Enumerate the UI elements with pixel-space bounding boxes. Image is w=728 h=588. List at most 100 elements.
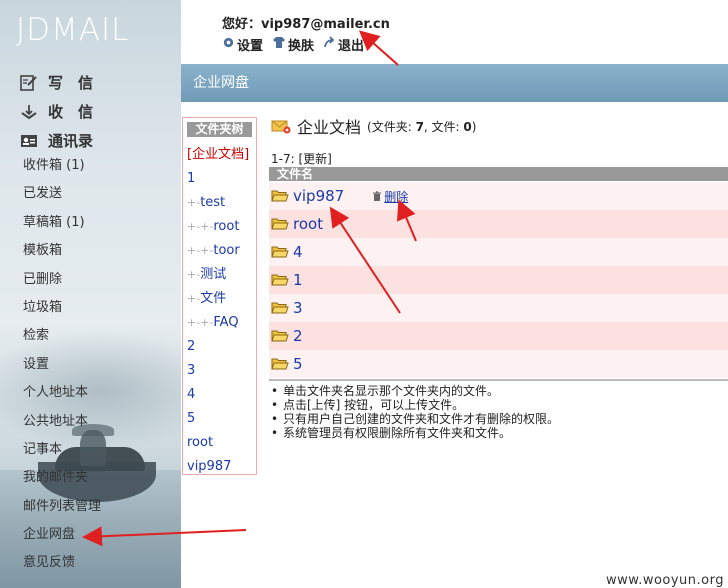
folder-link[interactable]: 5 xyxy=(293,355,303,373)
main-links: 写 信 收 信 通讯录 xyxy=(20,68,93,155)
nav-search[interactable]: 检索 xyxy=(23,322,101,350)
open-folder-icon xyxy=(271,273,289,287)
delete-label: 删除 xyxy=(384,189,409,204)
folder-spam[interactable]: 垃圾箱 xyxy=(23,294,101,322)
nav-personal-addressbook[interactable]: 个人地址本 xyxy=(23,379,101,407)
tree-item-label: root xyxy=(213,219,240,234)
help-note: 只有用户自己创建的文件夹和文件才有删除的权限。 xyxy=(271,412,559,426)
skin-button[interactable]: 换肤 xyxy=(272,35,314,54)
table-row: 2 xyxy=(269,322,728,350)
tree-item[interactable]: root xyxy=(187,431,252,455)
tree-item-label: 测试 xyxy=(200,267,227,282)
folder-link[interactable]: vip987 xyxy=(293,187,344,205)
exit-arrow-icon xyxy=(323,36,336,53)
tree-item[interactable]: 3 xyxy=(187,359,252,383)
table-row: root xyxy=(269,210,728,238)
tree-item-label: FAQ xyxy=(213,315,239,330)
inbox-label: 收 信 xyxy=(48,103,94,121)
tree-branch: +-+- xyxy=(187,316,214,329)
nav-enterprise-disk[interactable]: 企业网盘 xyxy=(23,521,101,549)
inbox-link[interactable]: 收 信 xyxy=(20,97,93,126)
contacts-label: 通讯录 xyxy=(48,132,94,150)
folder-link[interactable]: root xyxy=(293,215,323,233)
help-note: 点击[上传] 按钮，可以上传文件。 xyxy=(271,398,559,412)
tree-item[interactable]: +-测试 xyxy=(187,263,252,287)
folder-templates[interactable]: 模板箱 xyxy=(23,237,101,265)
nav-my-folders[interactable]: 我的邮件夹 xyxy=(23,464,101,492)
envelope-icon xyxy=(271,118,291,134)
tree-item[interactable]: 4 xyxy=(187,383,252,407)
watermark: www.wooyun.org xyxy=(605,573,724,588)
skin-label: 换肤 xyxy=(288,39,315,54)
tree-item[interactable]: vip987 xyxy=(187,455,252,479)
folder-sent[interactable]: 已发送 xyxy=(23,180,101,208)
tree-branch: +-+- xyxy=(187,220,214,233)
contacts-link[interactable]: 通讯录 xyxy=(20,126,93,155)
nav-settings[interactable]: 设置 xyxy=(23,351,101,379)
table-row: 3 xyxy=(269,294,728,322)
nav-notes[interactable]: 记事本 xyxy=(23,436,101,464)
open-folder-icon xyxy=(271,329,289,343)
content-meta: (文件夹: 7, 文件: 0) xyxy=(367,118,476,135)
help-note: 单击文件夹名显示那个文件夹内的文件。 xyxy=(271,384,559,398)
tree-item[interactable]: +-test xyxy=(187,191,252,215)
folder-link[interactable]: 1 xyxy=(293,271,303,289)
open-folder-icon xyxy=(271,357,289,371)
shirt-icon xyxy=(272,36,286,53)
tree-item[interactable]: 1 xyxy=(187,167,252,191)
trash-icon xyxy=(372,190,382,202)
table-row: 5 xyxy=(269,350,728,378)
open-folder-icon xyxy=(271,217,289,231)
tree-item[interactable]: 5 xyxy=(187,407,252,431)
folder-count: 7 xyxy=(415,119,424,134)
arrow-to-username xyxy=(359,30,399,66)
tree-item-label: 2 xyxy=(187,339,196,354)
tree-item[interactable]: 2 xyxy=(187,335,252,359)
table-row: vip987 删除 xyxy=(269,182,728,210)
gear-icon xyxy=(222,36,235,53)
folder-link[interactable]: 4 xyxy=(293,243,303,261)
folder-list: 收件箱 (1) 已发送 草稿箱 (1) 模板箱 已删除 垃圾箱 检索 设置 个人… xyxy=(23,152,101,578)
tree-item-label: 4 xyxy=(187,387,196,402)
listing-range[interactable]: 1-7: [更新] xyxy=(271,150,332,167)
rows-divider xyxy=(269,379,728,381)
compose-label: 写 信 xyxy=(48,74,94,92)
tree-item[interactable]: +-+-toor xyxy=(187,239,252,263)
tree-item-label: 5 xyxy=(187,411,196,426)
folder-inbox[interactable]: 收件箱 (1) xyxy=(23,152,101,180)
tree-branch: +- xyxy=(187,292,201,305)
compose-icon xyxy=(20,74,38,92)
open-folder-icon xyxy=(271,301,289,315)
delete-button[interactable]: 删除 xyxy=(372,188,408,205)
nav-feedback[interactable]: 意见反馈 xyxy=(23,549,101,577)
help-note: 系统管理员有权限删除所有文件夹和文件。 xyxy=(271,426,559,440)
tree-item[interactable]: +-+-FAQ xyxy=(187,311,252,335)
header-toolbar: 设置 换肤 退出 xyxy=(222,35,364,54)
nav-public-addressbook[interactable]: 公共地址本 xyxy=(23,408,101,436)
nav-mailing-lists[interactable]: 邮件列表管理 xyxy=(23,493,101,521)
folder-drafts[interactable]: 草稿箱 (1) xyxy=(23,209,101,237)
folder-tree: 文件夹树 [企业文档] 1 +-test +-+-root +-+-toor +-测试 +-… xyxy=(182,117,257,475)
settings-button[interactable]: 设置 xyxy=(222,35,263,54)
inbox-icon xyxy=(20,103,38,121)
folder-tree-title: 文件夹树 xyxy=(187,122,252,137)
meta-mid: , 文件: xyxy=(423,119,464,134)
folder-link[interactable]: 2 xyxy=(293,327,303,345)
logout-button[interactable]: 退出 xyxy=(323,35,364,54)
meta-prefix: (文件夹: xyxy=(367,119,416,134)
logout-label: 退出 xyxy=(338,39,365,54)
file-count: 0 xyxy=(463,119,472,134)
compose-link[interactable]: 写 信 xyxy=(20,68,93,97)
folder-link[interactable]: 3 xyxy=(293,299,303,317)
tree-item[interactable]: [企业文档] xyxy=(187,143,252,167)
column-header-filename[interactable]: 文件名 xyxy=(269,167,728,181)
app-logo: JDMAIL xyxy=(16,12,130,48)
table-row: 1 xyxy=(269,266,728,294)
tree-branch: +-+- xyxy=(187,244,214,257)
tree-item-label: toor xyxy=(213,243,240,258)
tree-item[interactable]: +-文件 xyxy=(187,287,252,311)
open-folder-icon xyxy=(271,245,289,259)
sidebar: JDMAIL 写 信 收 信 通讯录 收件箱 (1) 已发送 草稿箱 (1) 模… xyxy=(0,0,181,588)
tree-item[interactable]: +-+-root xyxy=(187,215,252,239)
folder-deleted[interactable]: 已删除 xyxy=(23,266,101,294)
